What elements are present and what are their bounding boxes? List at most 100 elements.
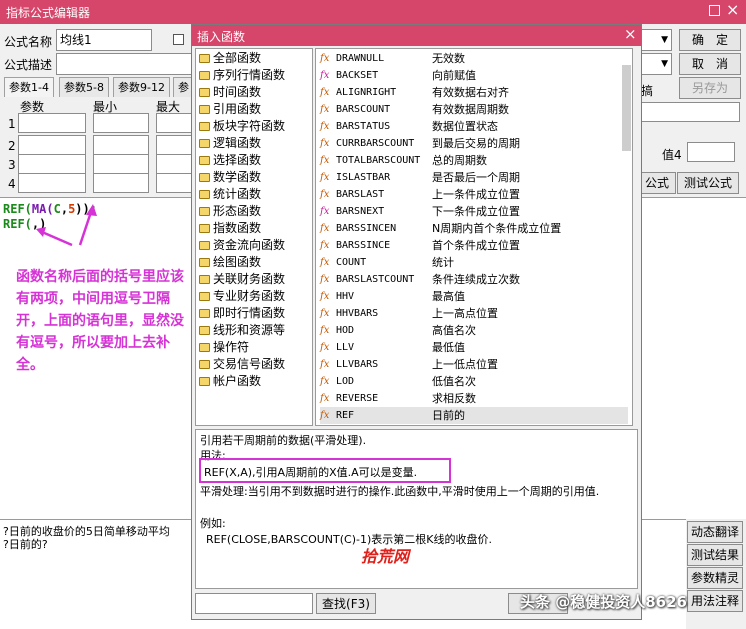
function-item[interactable]: fx BARSLASTCOUNT 条件连续成立次数 xyxy=(320,271,628,288)
folder-icon xyxy=(199,207,210,216)
function-name: TOTALBARSCOUNT xyxy=(336,155,421,166)
tab-params-9-12[interactable]: 参数9-12 xyxy=(113,77,170,97)
function-item[interactable]: fx LLV 最低值 xyxy=(320,339,628,356)
function-item[interactable]: fx HHV 最高值 xyxy=(320,288,628,305)
param-min-input[interactable] xyxy=(93,154,149,174)
save-as-button[interactable]: 另存为 xyxy=(679,77,741,99)
param-min-input[interactable] xyxy=(93,113,149,133)
function-item[interactable]: fx BACKSET 向前赋值 xyxy=(320,67,628,84)
category-item[interactable]: 绘图函数 xyxy=(199,254,309,271)
function-item[interactable]: fx ALIGNRIGHT 有效数据右对齐 xyxy=(320,84,628,101)
category-item[interactable]: 形态函数 xyxy=(199,203,309,220)
annotation-text: 函数名称后面的括号里应该有两项，中间用逗号卫隔开，上面的语句里，显然没有逗号，所… xyxy=(16,269,184,373)
fx-icon: fx xyxy=(320,410,330,421)
category-item[interactable]: 关联财务函数 xyxy=(199,271,309,288)
function-item[interactable]: fx CURRBARSCOUNT 到最后交易的周期 xyxy=(320,135,628,152)
function-desc: 向前赋值 xyxy=(432,69,476,82)
cancel-button[interactable]: 取 消 xyxy=(679,53,741,75)
search-button[interactable]: 查找(F3) xyxy=(316,593,376,614)
category-item[interactable]: 板块字符函数 xyxy=(199,118,309,135)
function-item[interactable]: fx COUNT 统计 xyxy=(320,254,628,271)
category-item[interactable]: 操作符 xyxy=(199,339,309,356)
function-item[interactable]: fx ISLASTBAR 是否最后一个周期 xyxy=(320,169,628,186)
function-item[interactable]: fx TOTALBARSCOUNT 总的周期数 xyxy=(320,152,628,169)
fx-icon: fx xyxy=(320,104,330,115)
param-name-input[interactable] xyxy=(18,154,86,174)
param-wizard-button[interactable]: 参数精灵 xyxy=(687,567,743,589)
dialog-close-icon[interactable]: × xyxy=(624,25,637,43)
function-item[interactable]: fx BARSCOUNT 有效数据周期数 xyxy=(320,101,628,118)
category-item[interactable]: 统计函数 xyxy=(199,186,309,203)
param-max-input[interactable] xyxy=(156,135,194,155)
function-list-scrollbar[interactable] xyxy=(622,65,631,151)
category-item[interactable]: 全部函数 xyxy=(199,50,309,67)
category-label: 时间函数 xyxy=(213,85,262,99)
tab-params-5-8[interactable]: 参数5-8 xyxy=(59,77,109,97)
watermark-logo: 拾荒网 xyxy=(361,547,410,566)
category-item[interactable]: 引用函数 xyxy=(199,101,309,118)
function-item[interactable]: fx HHVBARS 上一高点位置 xyxy=(320,305,628,322)
function-item[interactable]: fx BARSLAST 上一条件成立位置 xyxy=(320,186,628,203)
confirm-button[interactable]: 确 定 xyxy=(679,29,741,51)
formula-desc-label: 公式描述 xyxy=(4,58,53,72)
function-item[interactable]: fx DRAWNULL 无效数 xyxy=(320,50,628,67)
test-formula-button[interactable]: 测试公式 xyxy=(677,172,739,194)
param-name-input[interactable] xyxy=(18,113,86,133)
category-item[interactable]: 数学函数 xyxy=(199,169,309,186)
category-item[interactable]: 选择函数 xyxy=(199,152,309,169)
maximize-icon[interactable] xyxy=(709,5,720,16)
function-desc: 上一条件成立位置 xyxy=(432,188,520,201)
function-item[interactable]: fx BARSSINCEN N周期内首个条件成立位置 xyxy=(320,220,628,237)
val4-input[interactable] xyxy=(687,142,735,162)
param-name-input[interactable] xyxy=(18,135,86,155)
category-item[interactable]: 序列行情函数 xyxy=(199,67,309,84)
param-max-input[interactable] xyxy=(156,113,194,133)
help-example: REF(CLOSE,BARSCOUNT(C)-1)表示第二根K线的收盘价. xyxy=(206,533,492,546)
param-name-input[interactable] xyxy=(18,173,86,193)
category-label: 即时行情函数 xyxy=(213,306,286,320)
test-result-button[interactable]: 测试结果 xyxy=(687,544,743,566)
param-max-input[interactable] xyxy=(156,154,194,174)
param-max-input[interactable] xyxy=(156,173,194,193)
param-min-input[interactable] xyxy=(93,173,149,193)
function-item[interactable]: fx BARSSINCE 首个条件成立位置 xyxy=(320,237,628,254)
param-min-input[interactable] xyxy=(93,135,149,155)
formula-desc-input[interactable] xyxy=(56,53,194,75)
dropdown-2[interactable]: ▼ xyxy=(640,53,672,75)
category-item[interactable]: 逻辑函数 xyxy=(199,135,309,152)
category-item[interactable]: 帐户函数 xyxy=(199,373,309,390)
fx-icon: fx xyxy=(320,155,330,166)
function-item[interactable]: fx BARSNEXT 下一条件成立位置 xyxy=(320,203,628,220)
fx-icon: fx xyxy=(320,138,330,149)
category-item[interactable]: 时间函数 xyxy=(199,84,309,101)
folder-icon xyxy=(199,360,210,369)
option-checkbox[interactable] xyxy=(173,34,184,45)
category-item[interactable]: 资金流向函数 xyxy=(199,237,309,254)
dropdown-1[interactable]: ▼ xyxy=(640,29,672,51)
param-row-num: 3 xyxy=(8,158,16,172)
folder-icon xyxy=(199,258,210,267)
function-desc: 求相反数 xyxy=(432,392,476,405)
search-input[interactable] xyxy=(195,593,313,614)
category-item[interactable]: 线形和资源等 xyxy=(199,322,309,339)
tab-params-1-4[interactable]: 参数1-4 xyxy=(4,77,54,97)
dynamic-translate-button[interactable]: 动态翻译 xyxy=(687,521,743,543)
category-item[interactable]: 指数函数 xyxy=(199,220,309,237)
function-item[interactable]: fx LOD 低值名次 xyxy=(320,373,628,390)
folder-icon xyxy=(199,224,210,233)
category-item[interactable]: 即时行情函数 xyxy=(199,305,309,322)
function-item[interactable]: fx LLVBARS 上一低点位置 xyxy=(320,356,628,373)
usage-notes-button[interactable]: 用法注释 xyxy=(687,590,743,612)
formula-name-input[interactable]: 均线1 xyxy=(56,29,152,51)
side-input-a[interactable] xyxy=(640,102,740,122)
category-item[interactable]: 专业财务函数 xyxy=(199,288,309,305)
function-item[interactable]: fx REVERSE 求相反数 xyxy=(320,390,628,407)
close-icon[interactable]: × xyxy=(726,0,739,19)
formula-button[interactable]: 公式 xyxy=(638,172,676,194)
function-item[interactable]: fx BARSTATUS 数据位置状态 xyxy=(320,118,628,135)
annotation-arrows xyxy=(36,204,97,247)
category-label: 线形和资源等 xyxy=(213,323,286,337)
category-item[interactable]: 交易信号函数 xyxy=(199,356,309,373)
function-item[interactable]: fx REF 日前的 xyxy=(320,407,628,424)
function-item[interactable]: fx HOD 高值名次 xyxy=(320,322,628,339)
